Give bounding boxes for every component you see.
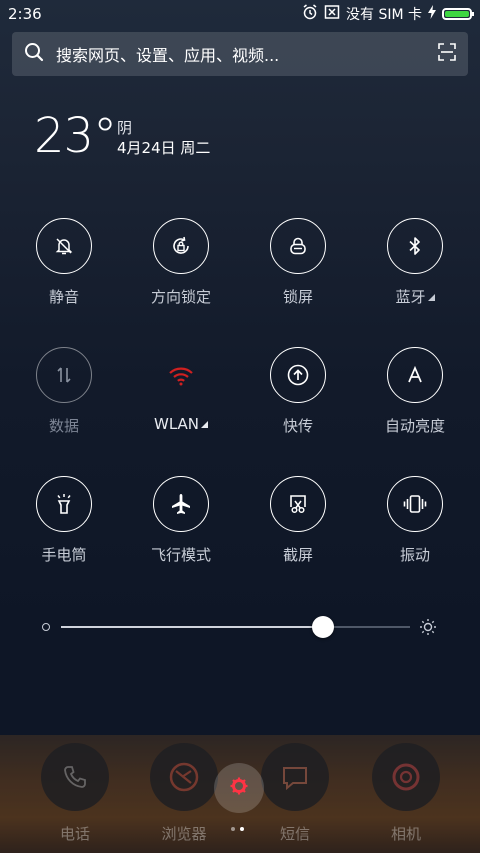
dock-app-camera[interactable]: 相机 bbox=[366, 743, 446, 844]
page-indicator bbox=[231, 827, 244, 831]
search-icon bbox=[24, 42, 44, 66]
toggle-rotation-lock[interactable]: 方向锁定 bbox=[131, 218, 231, 318]
toggle-label: 振动 bbox=[399, 546, 430, 564]
brightness-slider[interactable] bbox=[40, 612, 440, 642]
toggle-silent[interactable]: 静音 bbox=[14, 218, 114, 318]
home-dock: 电话 浏览器 短信 相机 bbox=[0, 735, 480, 853]
rotation-lock-icon bbox=[153, 218, 209, 274]
toggle-label: 数据 bbox=[48, 417, 79, 435]
toggle-label: 静音 bbox=[48, 288, 79, 306]
toggle-label: 蓝牙 bbox=[395, 286, 435, 307]
toggle-label: 自动亮度 bbox=[384, 417, 445, 435]
wifi-icon bbox=[153, 347, 209, 403]
expand-caret-icon bbox=[201, 421, 208, 428]
message-icon bbox=[261, 743, 329, 811]
screenshot-icon bbox=[270, 476, 326, 532]
lock-icon bbox=[270, 218, 326, 274]
settings-shortcut-button[interactable] bbox=[214, 763, 264, 813]
weather-condition: 阴 bbox=[117, 119, 133, 137]
camera-icon bbox=[372, 743, 440, 811]
phone-icon bbox=[41, 743, 109, 811]
toggle-label: 手电筒 bbox=[41, 546, 87, 564]
dock-app-label: 电话 bbox=[59, 825, 90, 843]
page-dot bbox=[231, 827, 235, 831]
dock-app-browser[interactable]: 浏览器 bbox=[144, 743, 224, 844]
toggle-mobile-data[interactable]: 数据 bbox=[14, 347, 114, 447]
toggle-wlan[interactable]: WLAN bbox=[131, 347, 231, 447]
weather-date: 4月24日 周二 bbox=[117, 139, 211, 157]
toggle-label: WLAN bbox=[154, 415, 208, 433]
toggle-quick-transfer[interactable]: 快传 bbox=[248, 347, 348, 447]
toggle-lock-screen[interactable]: 锁屏 bbox=[248, 218, 348, 318]
toggle-label: 飞行模式 bbox=[150, 546, 211, 564]
toggle-label: 方向锁定 bbox=[150, 288, 211, 306]
gear-icon bbox=[229, 776, 249, 800]
vibrate-icon bbox=[387, 476, 443, 532]
bell-off-icon bbox=[36, 218, 92, 274]
toggle-label: 快传 bbox=[282, 417, 313, 435]
dock-app-messages[interactable]: 短信 bbox=[255, 743, 335, 844]
browser-icon bbox=[150, 743, 218, 811]
toggle-flashlight[interactable]: 手电筒 bbox=[14, 476, 114, 576]
brightness-high-icon bbox=[419, 618, 437, 640]
toggle-bluetooth[interactable]: 蓝牙 bbox=[365, 218, 465, 318]
scan-icon[interactable] bbox=[438, 43, 456, 65]
dock-app-label: 浏览器 bbox=[161, 825, 207, 843]
status-bar: 2:36 没有 SIM 卡 bbox=[0, 0, 480, 28]
search-bar[interactable]: 搜索网页、设置、应用、视频... bbox=[12, 32, 468, 76]
expand-caret-icon bbox=[427, 294, 435, 301]
upload-icon bbox=[270, 347, 326, 403]
brightness-fill bbox=[61, 626, 323, 628]
bluetooth-icon bbox=[387, 218, 443, 274]
weather-temperature[interactable]: 23° bbox=[34, 108, 117, 164]
data-arrows-icon bbox=[36, 347, 92, 403]
toggle-screenshot[interactable]: 截屏 bbox=[248, 476, 348, 576]
status-icons: 没有 SIM 卡 bbox=[302, 4, 474, 24]
flashlight-icon bbox=[36, 476, 92, 532]
toggle-label: 锁屏 bbox=[282, 288, 313, 306]
status-time: 2:36 bbox=[8, 5, 42, 23]
airplane-icon bbox=[153, 476, 209, 532]
toggle-auto-brightness[interactable]: 自动亮度 bbox=[365, 347, 465, 447]
brightness-low-icon bbox=[42, 623, 50, 631]
dock-app-label: 相机 bbox=[390, 825, 421, 843]
brightness-thumb[interactable] bbox=[311, 616, 334, 638]
alarm-icon bbox=[302, 4, 318, 24]
close-box-icon bbox=[324, 4, 340, 24]
auto-brightness-icon bbox=[387, 347, 443, 403]
charging-icon bbox=[428, 5, 436, 23]
dock-app-phone[interactable]: 电话 bbox=[35, 743, 115, 844]
toggle-label: 截屏 bbox=[282, 546, 313, 564]
toggle-airplane-mode[interactable]: 飞行模式 bbox=[131, 476, 231, 576]
search-input[interactable]: 搜索网页、设置、应用、视频... bbox=[56, 42, 438, 66]
page-dot-active bbox=[240, 827, 244, 831]
dock-app-label: 短信 bbox=[279, 825, 310, 843]
toggle-vibrate[interactable]: 振动 bbox=[365, 476, 465, 576]
brightness-track[interactable] bbox=[61, 616, 410, 638]
battery-icon bbox=[442, 8, 474, 20]
sim-status: 没有 SIM 卡 bbox=[346, 7, 422, 23]
